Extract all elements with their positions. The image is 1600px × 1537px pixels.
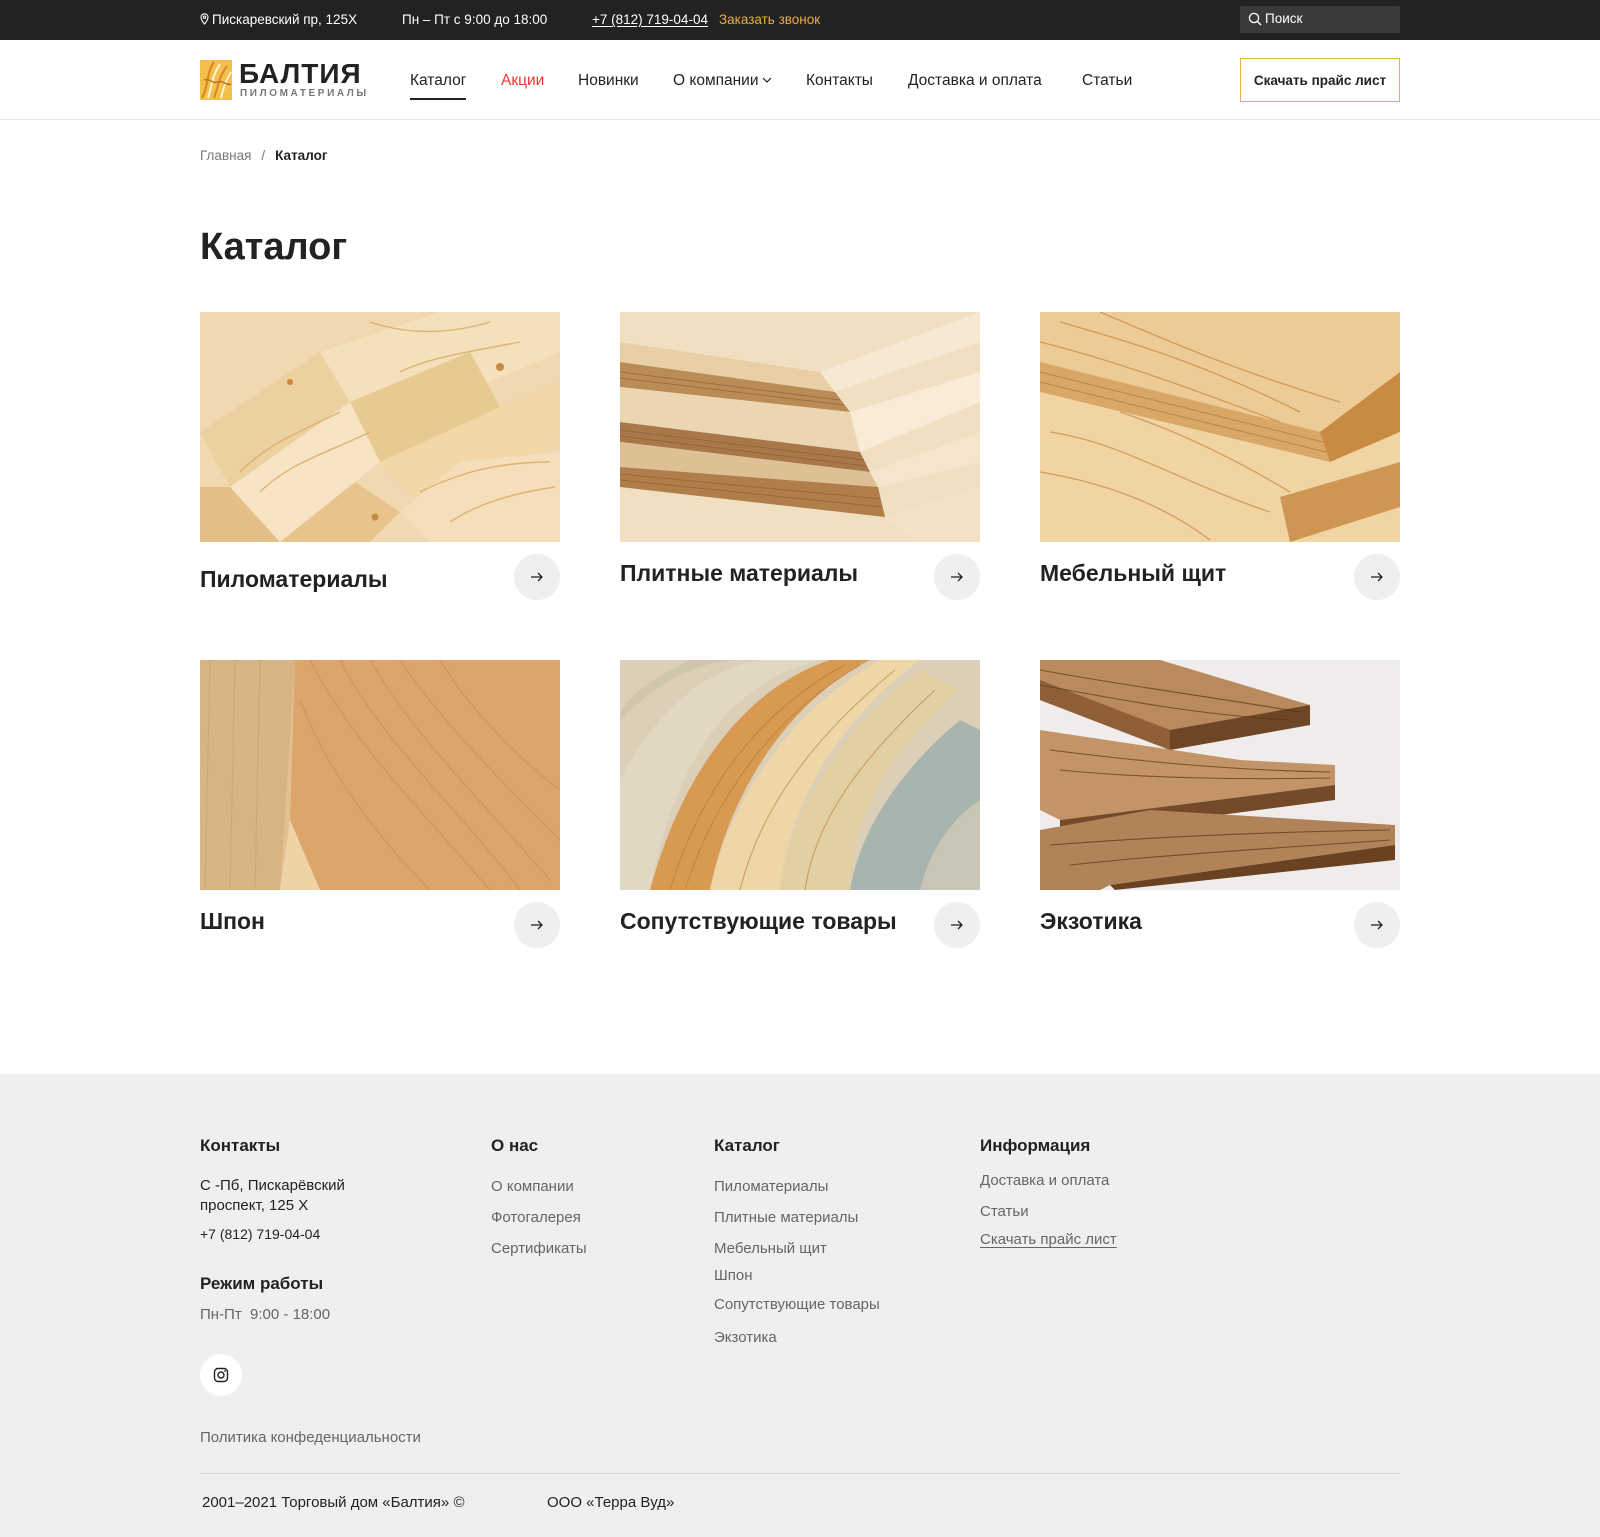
- card-arrow-button[interactable]: [514, 554, 560, 600]
- footer-address-line1: С -Пб, Пискарёвский: [200, 1177, 345, 1194]
- copyright: 2001–2021 Торговый дом «Балтия» ©: [202, 1494, 465, 1511]
- breadcrumb-current: Каталог: [275, 148, 328, 163]
- footer-hours: Пн-Пт 9:00 - 18:00: [200, 1306, 331, 1323]
- footer-link-exotic[interactable]: Экзотика: [714, 1329, 777, 1346]
- card-arrow-button[interactable]: [1354, 554, 1400, 600]
- arrow-right-icon: [951, 920, 963, 930]
- top-bar: Пискаревский пр, 125Х Пн – Пт с 9:00 до …: [0, 0, 1600, 40]
- footer-info: Информация: [980, 1136, 1090, 1174]
- search-input[interactable]: Поиск: [1240, 6, 1400, 33]
- arrow-right-icon: [531, 572, 543, 582]
- callback-link[interactable]: Заказать звонок: [719, 12, 820, 27]
- card-image: [200, 660, 560, 890]
- footer-link-certificates[interactable]: Сертификаты: [491, 1240, 587, 1257]
- footer-heading: Контакты: [200, 1136, 281, 1155]
- footer-catalog: Каталог: [714, 1136, 780, 1174]
- instagram-icon: [213, 1367, 229, 1383]
- card-image: [620, 312, 980, 542]
- page-title: Каталог: [200, 226, 348, 268]
- footer-link-accessories[interactable]: Сопутствующие товары: [714, 1296, 880, 1313]
- footer-phone[interactable]: +7 (812) 719-04-04: [200, 1224, 320, 1244]
- nav-sales[interactable]: Акции: [501, 72, 544, 90]
- location-pin-icon: [200, 13, 209, 25]
- breadcrumb-home[interactable]: Главная: [200, 148, 251, 163]
- footer-address-line2: проспект, 125 Х: [200, 1197, 309, 1214]
- arrow-right-icon: [531, 920, 543, 930]
- catalog-card-lumber[interactable]: Пиломатериалы: [200, 312, 560, 602]
- instagram-button[interactable]: [200, 1354, 242, 1396]
- footer-link-price[interactable]: Скачать прайс лист: [980, 1231, 1117, 1248]
- arrow-right-icon: [1371, 572, 1383, 582]
- chevron-down-icon: [762, 77, 771, 83]
- working-hours: Пн – Пт с 9:00 до 18:00: [402, 12, 548, 27]
- footer-heading: Каталог: [714, 1136, 780, 1155]
- footer-link-panels[interactable]: Плитные материалы: [714, 1209, 858, 1226]
- catalog-card-accessories[interactable]: Сопутствующие товары: [620, 660, 980, 950]
- nav-articles[interactable]: Статьи: [1082, 72, 1132, 90]
- catalog-card-furniture-board[interactable]: Мебельный щит: [1040, 312, 1400, 602]
- search-icon: [1248, 12, 1262, 26]
- footer-address: С -Пб, Пискарёвский проспект, 125 Х: [200, 1176, 345, 1216]
- footer-divider: [200, 1473, 1400, 1474]
- logo-icon: [200, 60, 232, 100]
- card-title: Мебельный щит: [1040, 560, 1227, 586]
- nav-delivery[interactable]: Доставка и оплата: [908, 72, 1042, 90]
- logo[interactable]: БАЛТИЯ ПИЛОМАТЕРИАЛЫ: [200, 58, 370, 102]
- privacy-policy-link[interactable]: Политика конфеденциальности: [200, 1429, 421, 1446]
- footer-link-furniture-board[interactable]: Мебельный щит: [714, 1240, 827, 1257]
- search-placeholder: Поиск: [1265, 11, 1303, 26]
- company-name: ООО «Терра Вуд»: [547, 1494, 675, 1511]
- card-title: Шпон: [200, 908, 265, 934]
- nav-new[interactable]: Новинки: [578, 72, 639, 90]
- logo-name: БАЛТИЯ: [239, 58, 362, 89]
- card-arrow-button[interactable]: [514, 902, 560, 948]
- card-arrow-button[interactable]: [1354, 902, 1400, 948]
- card-image: [200, 312, 560, 542]
- breadcrumb-separator: /: [261, 148, 266, 163]
- breadcrumb: Главная / Каталог: [200, 148, 327, 163]
- nav-contacts[interactable]: Контакты: [806, 72, 873, 90]
- footer-link-lumber[interactable]: Пиломатериалы: [714, 1178, 828, 1195]
- card-arrow-button[interactable]: [934, 902, 980, 948]
- nav-about-label: О компании: [673, 72, 759, 89]
- card-image: [1040, 660, 1400, 890]
- card-image: [620, 660, 980, 890]
- card-arrow-button[interactable]: [934, 554, 980, 600]
- site-header: БАЛТИЯ ПИЛОМАТЕРИАЛЫ Каталог Акции Новин…: [0, 40, 1600, 120]
- arrow-right-icon: [951, 572, 963, 582]
- footer-link-veneer[interactable]: Шпон: [714, 1267, 753, 1284]
- footer-link-delivery[interactable]: Доставка и оплата: [980, 1172, 1109, 1189]
- nav-about[interactable]: О компании: [673, 72, 772, 90]
- address: Пискаревский пр, 125Х: [200, 12, 357, 27]
- footer-link-gallery[interactable]: Фотогалерея: [491, 1209, 581, 1226]
- card-title: Пиломатериалы: [200, 566, 388, 592]
- footer-heading: Информация: [980, 1136, 1091, 1155]
- footer-link-articles[interactable]: Статьи: [980, 1203, 1029, 1220]
- phone-link[interactable]: +7 (812) 719-04-04: [592, 12, 708, 27]
- address-text: Пискаревский пр, 125Х: [212, 12, 358, 27]
- nav-catalog[interactable]: Каталог: [410, 72, 467, 100]
- catalog-card-panels[interactable]: Плитные материалы: [620, 312, 980, 602]
- footer-contacts: Контакты: [200, 1136, 280, 1174]
- footer-heading: О нас: [491, 1136, 539, 1155]
- card-title: Плитные материалы: [620, 560, 859, 586]
- card-title: Сопутствующие товары: [620, 908, 897, 934]
- footer-about: О нас: [491, 1136, 538, 1174]
- catalog-card-exotic[interactable]: Экзотика: [1040, 660, 1400, 950]
- footer-link-company[interactable]: О компании: [491, 1178, 574, 1195]
- logo-subtitle: ПИЛОМАТЕРИАЛЫ: [240, 88, 369, 99]
- card-title: Экзотика: [1040, 908, 1142, 934]
- card-image: [1040, 312, 1400, 542]
- footer-hours-heading: Режим работы: [200, 1274, 324, 1293]
- arrow-right-icon: [1371, 920, 1383, 930]
- download-price-button[interactable]: Скачать прайс лист: [1240, 58, 1400, 102]
- catalog-card-veneer[interactable]: Шпон: [200, 660, 560, 950]
- site-footer: Контакты С -Пб, Пискарёвский проспект, 1…: [0, 1074, 1600, 1537]
